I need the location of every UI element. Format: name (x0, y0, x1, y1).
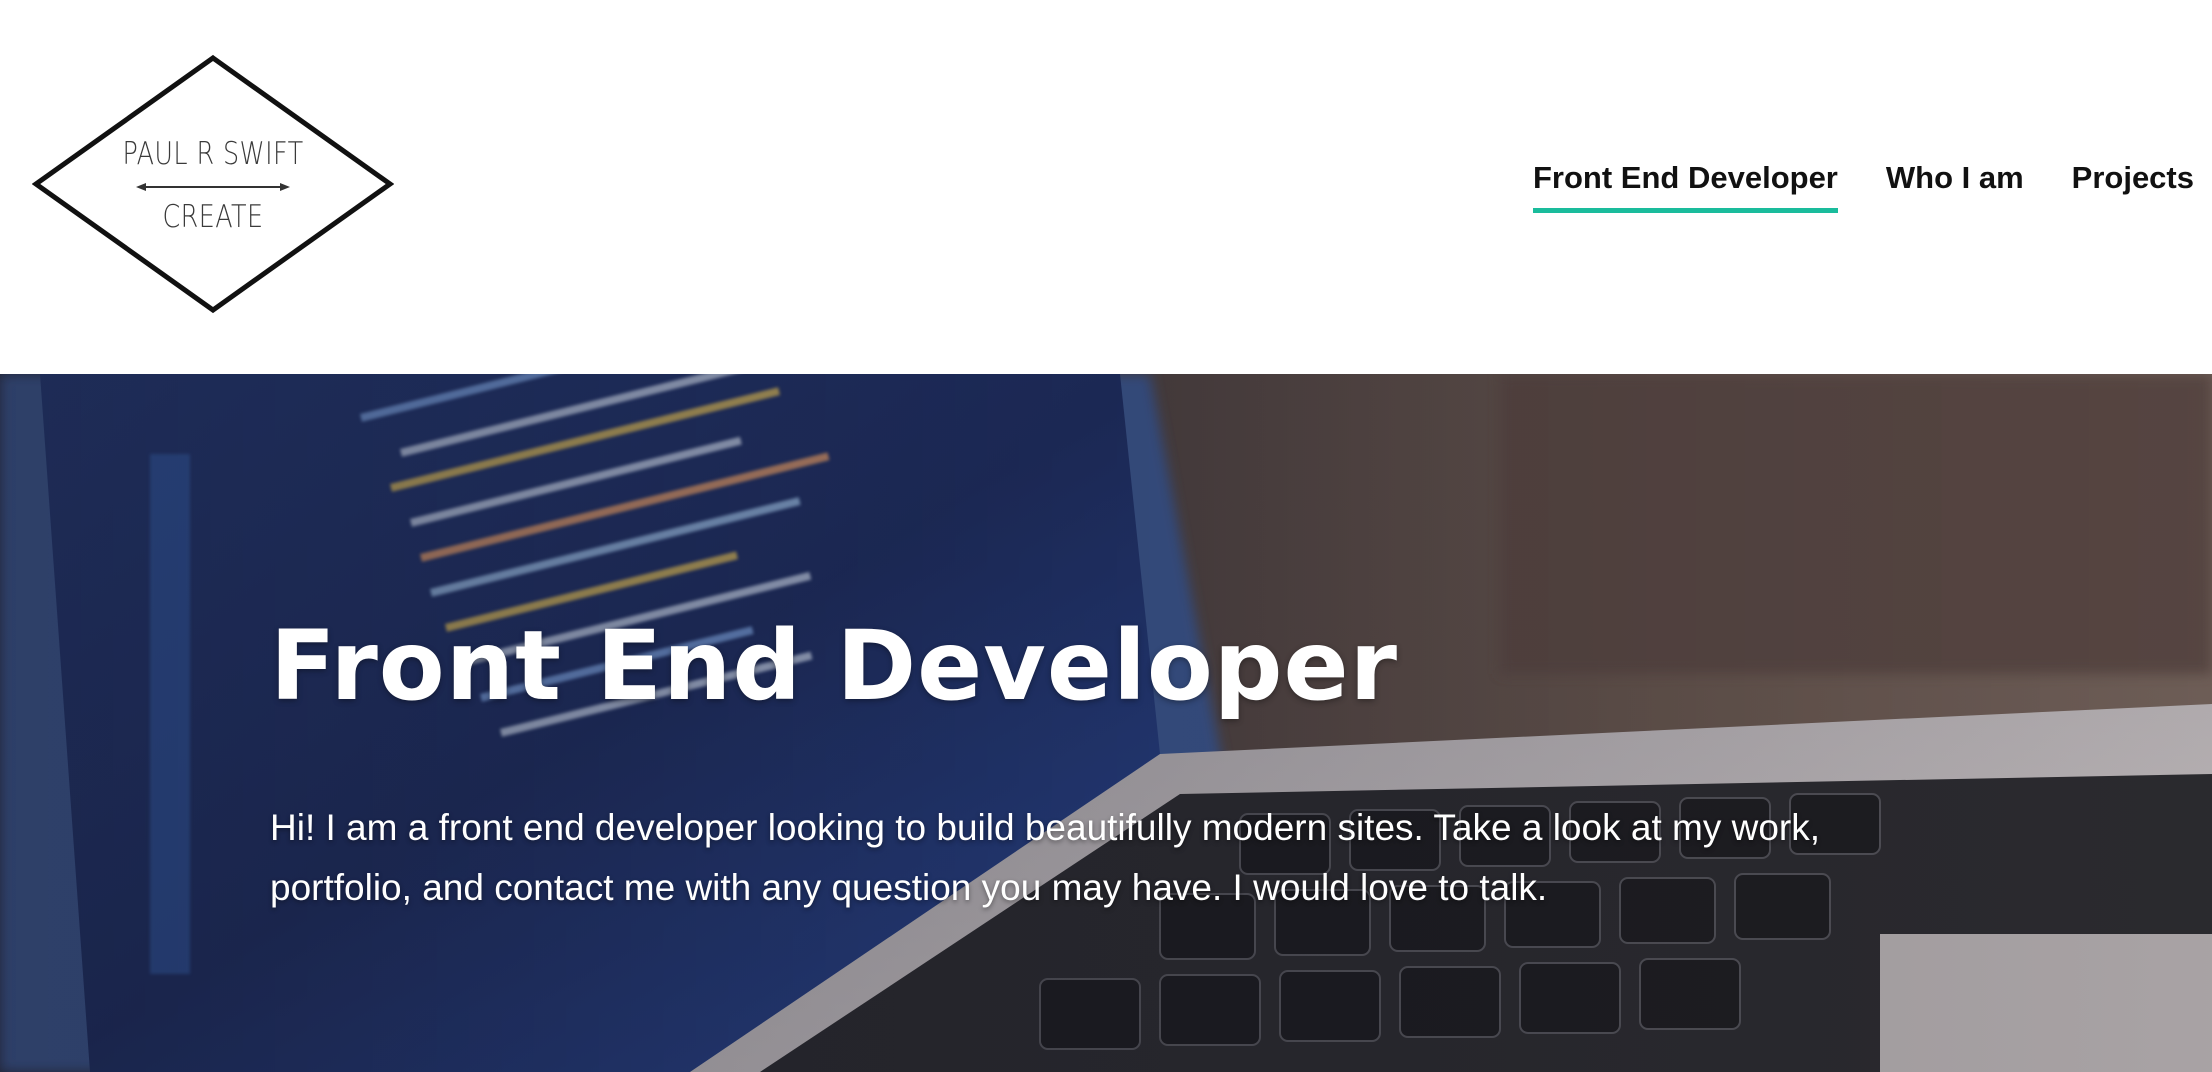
hero-title: Front End Developer (270, 610, 1398, 722)
site-logo[interactable]: PAUL R SWIFT CREATE (32, 54, 394, 314)
logo-tagline: CREATE (162, 199, 264, 235)
nav-item-front-end-developer[interactable]: Front End Developer (1533, 160, 1838, 213)
hero-content: Front End Developer Hi! I am a front end… (270, 610, 1970, 918)
hero-section: Front End Developer Hi! I am a front end… (0, 374, 2212, 1072)
hero-intro-text: Hi! I am a front end developer looking t… (270, 806, 1821, 908)
logo-diamond-icon (32, 54, 394, 314)
main-nav: Front End Developer Who I am Projects (1485, 160, 2194, 213)
page: PAUL R SWIFT CREATE Front End Developer … (0, 0, 2212, 1072)
nav-item-who-i-am[interactable]: Who I am (1886, 160, 2024, 213)
nav-item-projects[interactable]: Projects (2072, 160, 2194, 213)
site-header: PAUL R SWIFT CREATE Front End Developer … (0, 0, 2212, 374)
logo-name: PAUL R SWIFT (122, 136, 304, 172)
